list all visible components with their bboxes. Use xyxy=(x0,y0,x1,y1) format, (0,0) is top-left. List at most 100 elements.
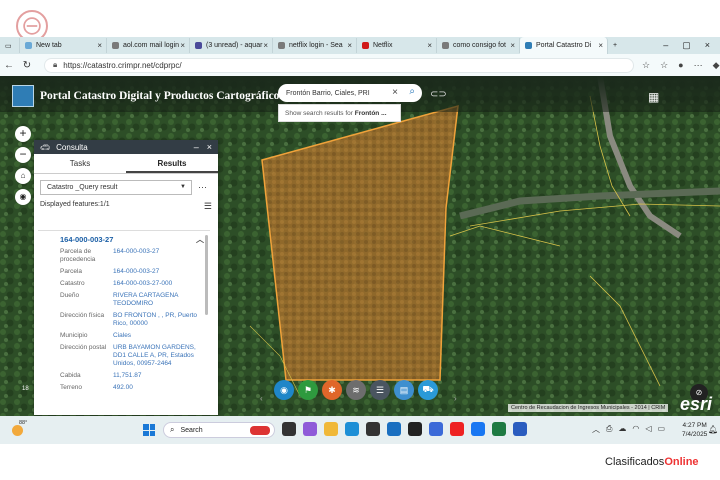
share-link-icon[interactable]: ⊂⊃ xyxy=(430,89,447,100)
tab-unread-mail[interactable]: (3 unread) - aquar × xyxy=(190,38,273,53)
search-icon[interactable]: ⌕ xyxy=(409,86,415,97)
window-close-icon[interactable]: × xyxy=(705,40,710,51)
window-controls: – ▢ × xyxy=(663,40,720,51)
windows-taskbar: 88° ⌕ Search ︿ ⎙ ☁ ◠ ◁ ▭ 4:27 PM 7/4/202… xyxy=(0,416,720,444)
minimize-icon[interactable]: – xyxy=(663,40,668,51)
close-icon[interactable]: × xyxy=(263,41,268,50)
extensions-icon[interactable]: ☆ xyxy=(660,60,668,71)
url-field[interactable]: 🔒︎ https://catastro.crimpr.net/cdprpc/ xyxy=(44,57,634,73)
print-tool-icon[interactable]: ▤ xyxy=(394,380,414,400)
flag-tool-icon[interactable]: ⚑ xyxy=(298,380,318,400)
facebook-icon[interactable] xyxy=(471,422,485,436)
new-tab-button[interactable]: + xyxy=(608,38,626,53)
consulta-tool-icon[interactable]: ◉ xyxy=(274,380,294,400)
close-icon[interactable]: × xyxy=(598,41,603,50)
toolbar-prev-arrow-icon[interactable]: ‹ xyxy=(260,394,263,403)
panel-tabs: Tasks Results xyxy=(34,154,218,174)
copilot-icon[interactable]: ◆ xyxy=(713,60,720,71)
close-icon[interactable]: × xyxy=(347,41,352,50)
app-icon[interactable] xyxy=(429,422,443,436)
favorite-star-icon[interactable]: ☆ xyxy=(642,60,650,71)
refresh-icon[interactable]: ↻ xyxy=(18,60,36,71)
attribute-row: Dirección postal URB BAYAMON GARDENS, DD1… xyxy=(60,344,196,367)
tab-favicon-icon xyxy=(25,42,32,49)
panel-header: 🚗︎ Consulta – × xyxy=(34,140,218,154)
tab-favicon-icon xyxy=(525,42,532,49)
portal-title: Portal Catastro Digital y Productos Cart… xyxy=(40,90,284,102)
tab-netflix[interactable]: Netflix × xyxy=(357,38,437,53)
result-id-link[interactable]: 164-000-003-27 ︿ xyxy=(38,231,210,244)
map-search-input[interactable]: Frontón Barrio, Ciales, PRI × ⌕ xyxy=(278,84,422,102)
cart-tool-icon[interactable]: ⛟ xyxy=(418,380,438,400)
task-view-icon[interactable] xyxy=(282,422,296,436)
more-options-icon[interactable]: ⋯ xyxy=(198,182,207,193)
close-icon[interactable]: × xyxy=(510,41,515,50)
home-icon[interactable]: ⌂ xyxy=(15,168,31,184)
tab-tasks[interactable]: Tasks xyxy=(34,154,126,173)
youtube-icon[interactable] xyxy=(450,422,464,436)
portal-logo-icon xyxy=(12,85,34,107)
profile-icon[interactable]: ● xyxy=(678,60,683,71)
legend-tool-icon[interactable]: ☰ xyxy=(370,380,390,400)
word-icon[interactable] xyxy=(513,422,527,436)
list-view-icon[interactable]: ☰ xyxy=(204,201,212,212)
windows-start-icon[interactable] xyxy=(143,424,155,436)
chevron-up-icon[interactable]: ︿ xyxy=(196,234,204,245)
printer-icon[interactable]: ⎙ xyxy=(606,424,612,435)
measure-tool-icon[interactable]: ✱ xyxy=(322,380,342,400)
wifi-icon[interactable]: ◠ xyxy=(632,424,639,435)
weather-widget[interactable]: 88° xyxy=(10,420,30,438)
chevron-up-icon[interactable]: ︿ xyxy=(592,424,600,435)
more-menu-icon[interactable]: ⋯ xyxy=(694,60,703,71)
edge-icon[interactable] xyxy=(345,422,359,436)
tab-results[interactable]: Results xyxy=(126,154,218,173)
layers-tool-icon[interactable]: ≋ xyxy=(346,380,366,400)
attribute-row: Parcela de procedencia 164-000-003-27 xyxy=(60,248,160,263)
panel-scrollbar[interactable] xyxy=(205,235,208,315)
amazon-icon[interactable] xyxy=(408,422,422,436)
cloud-icon[interactable]: ☁ xyxy=(618,424,626,435)
search-suggestion[interactable]: Show search results for Frontón ... xyxy=(278,104,401,122)
store-icon[interactable] xyxy=(366,422,380,436)
minimize-panel-icon[interactable]: – xyxy=(194,142,199,152)
clear-search-icon[interactable]: × xyxy=(392,87,398,98)
copilot-app-icon[interactable] xyxy=(303,422,317,436)
tab-netflix-search[interactable]: netflix login - Sea × xyxy=(273,38,357,53)
zoom-out-button[interactable]: − xyxy=(15,147,31,163)
excel-icon[interactable] xyxy=(492,422,506,436)
sidebar-toggle-icon[interactable]: ▭ xyxy=(0,38,20,53)
tab-favicon-icon xyxy=(112,42,119,49)
notification-bell-icon[interactable]: 🔔︎ xyxy=(708,425,718,434)
app-grid-icon[interactable]: ▦ xyxy=(648,90,662,104)
maximize-icon[interactable]: ▢ xyxy=(682,40,691,51)
tab-como-consigo[interactable]: como consigo fot × xyxy=(437,38,520,53)
file-explorer-icon[interactable] xyxy=(324,422,338,436)
map-attribution: Centro de Recaudacion de Ingresos Munici… xyxy=(508,404,669,412)
locate-icon[interactable]: ◉ xyxy=(15,189,31,205)
taskbar-clock[interactable]: 4:27 PM 7/4/2025 xyxy=(682,421,707,439)
close-icon[interactable]: × xyxy=(427,41,432,50)
tab-favicon-icon xyxy=(362,42,369,49)
browser-toolbar-icons: ☆ ☆ ● ⋯ ◆ xyxy=(642,60,720,71)
system-tray: ︿ ⎙ ☁ ◠ ◁ ▭ xyxy=(592,424,665,435)
map-viewport[interactable]: Portal Catastro Digital y Productos Cart… xyxy=(0,76,720,416)
tab-aol-mail[interactable]: aol.com mail login × xyxy=(107,38,190,53)
attribute-row: Dirección física BO FRONTON , , PR, Puert… xyxy=(60,312,198,327)
back-arrow-icon[interactable]: ← xyxy=(0,60,18,71)
outlook-icon[interactable] xyxy=(387,422,401,436)
tab-new-tab[interactable]: New tab × xyxy=(20,38,107,53)
battery-icon[interactable]: ▭ xyxy=(658,424,666,435)
volume-icon[interactable]: ◁ xyxy=(645,424,651,435)
result-layer-select[interactable]: Catastro _Query result ▼ xyxy=(40,180,192,195)
search-icon: ⌕ xyxy=(170,425,175,434)
zoom-in-button[interactable]: + xyxy=(15,126,31,142)
widget-toolbar: ◉ ⚑ ✱ ≋ ☰ ▤ ⛟ xyxy=(274,380,438,404)
close-panel-icon[interactable]: × xyxy=(207,142,212,152)
close-icon[interactable]: × xyxy=(97,41,102,50)
close-icon[interactable]: × xyxy=(180,41,185,50)
taskbar-apps xyxy=(282,422,527,436)
toolbar-next-arrow-icon[interactable]: › xyxy=(454,394,457,403)
tab-portal-catastro[interactable]: Portal Catastro Di × xyxy=(520,37,608,54)
taskbar-search[interactable]: ⌕ Search xyxy=(163,422,275,438)
chevron-down-icon: ▼ xyxy=(180,184,186,190)
